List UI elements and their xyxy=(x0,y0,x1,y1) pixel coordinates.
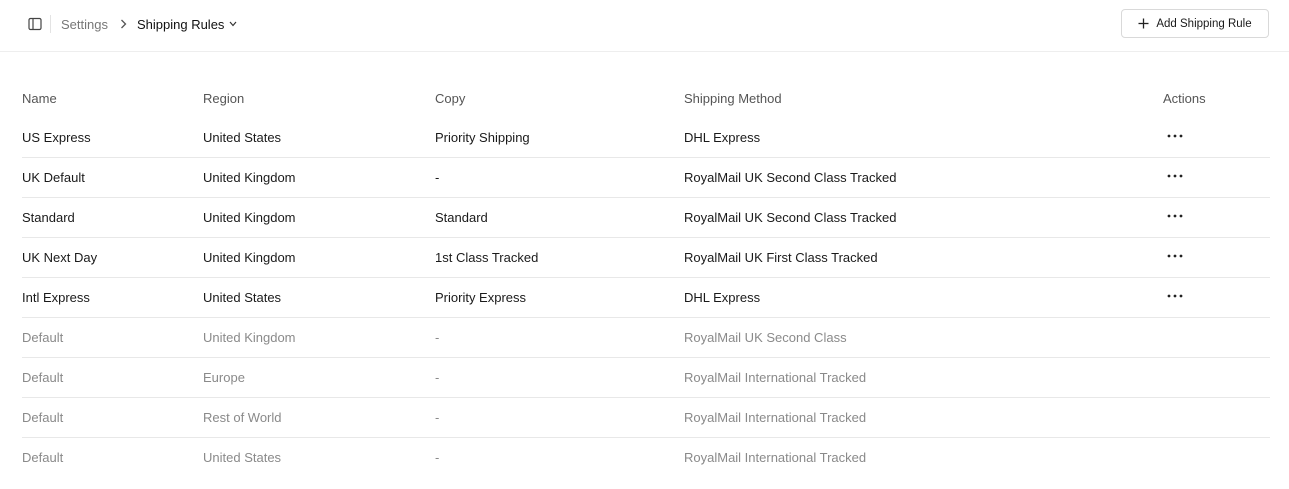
cell-actions xyxy=(1163,437,1270,477)
cell-region: Europe xyxy=(203,357,435,398)
column-header-name: Name xyxy=(22,90,57,106)
cell-copy: Priority Express xyxy=(435,277,684,318)
more-horizontal-icon[interactable] xyxy=(1165,169,1185,183)
cell-copy: 1st Class Tracked xyxy=(435,237,684,278)
cell-name: Intl Express xyxy=(22,277,203,318)
cell-region: Rest of World xyxy=(203,397,435,438)
cell-copy: Priority Shipping xyxy=(435,130,530,145)
table-row[interactable]: UK Next Day United Kingdom 1st Class Tra… xyxy=(22,237,1270,278)
cell-actions xyxy=(1163,118,1270,158)
cell-copy: - xyxy=(435,157,684,198)
sidebar-toggle-icon[interactable] xyxy=(28,17,42,31)
cell-copy: - xyxy=(435,317,684,358)
more-horizontal-icon[interactable] xyxy=(1165,289,1185,303)
cell-name: US Express xyxy=(22,130,91,145)
cell-actions xyxy=(1163,357,1270,398)
cell-copy: - xyxy=(435,357,684,398)
more-horizontal-icon[interactable] xyxy=(1165,209,1185,223)
cell-shipping-method: RoyalMail International Tracked xyxy=(684,357,1163,398)
table-row[interactable]: US Express United States Priority Shippi… xyxy=(22,118,1270,158)
cell-region: United States xyxy=(203,277,435,318)
cell-region: United States xyxy=(203,130,282,145)
cell-region: United Kingdom xyxy=(203,157,435,198)
cell-actions xyxy=(1163,397,1270,438)
plus-icon xyxy=(1138,18,1149,29)
chevron-right-icon xyxy=(120,19,127,29)
column-header-region: Region xyxy=(203,90,245,106)
cell-region: United Kingdom xyxy=(203,197,435,238)
page-title: Shipping Rules xyxy=(136,16,225,32)
cell-actions xyxy=(1163,157,1270,198)
more-horizontal-icon[interactable] xyxy=(1165,249,1185,263)
page-title-dropdown[interactable]: Shipping Rules xyxy=(137,17,237,32)
more-horizontal-icon[interactable] xyxy=(1165,129,1185,143)
breadcrumb: Settings Shipping Rules xyxy=(61,16,237,32)
cell-name: Default xyxy=(22,397,203,438)
table-row-default: Default United States - RoyalMail Intern… xyxy=(22,437,1270,477)
table-row[interactable]: Intl Express United States Priority Expr… xyxy=(22,277,1270,318)
top-bar: Settings Shipping Rules Add Shipping Rul… xyxy=(0,0,1289,52)
cell-shipping-method: RoyalMail International Tracked xyxy=(684,397,1163,438)
add-shipping-rule-button[interactable]: Add Shipping Rule xyxy=(1121,9,1269,38)
cell-copy: Standard xyxy=(435,197,684,238)
table-row-default: Default Europe - RoyalMail International… xyxy=(22,357,1270,398)
cell-name: Default xyxy=(22,357,203,398)
cell-name: Default xyxy=(22,437,203,477)
cell-actions xyxy=(1163,237,1270,278)
cell-region: United Kingdom xyxy=(203,237,435,278)
table-header-row: Name Region Copy Shipping Method Actions xyxy=(22,78,1270,118)
cell-copy: - xyxy=(435,397,684,438)
cell-name: Default xyxy=(22,317,203,358)
cell-region: United Kingdom xyxy=(203,317,435,358)
header-divider xyxy=(50,15,51,33)
table-row-default: Default United Kingdom - RoyalMail UK Se… xyxy=(22,317,1270,358)
cell-shipping-method: DHL Express xyxy=(684,130,761,145)
cell-actions xyxy=(1163,317,1270,358)
cell-shipping-method: RoyalMail UK Second Class Tracked xyxy=(684,197,1163,238)
cell-actions xyxy=(1163,277,1270,318)
cell-shipping-method: RoyalMail International Tracked xyxy=(684,437,1163,477)
table-row[interactable]: UK Default United Kingdom - RoyalMail UK… xyxy=(22,157,1270,198)
chevron-down-icon xyxy=(229,21,237,27)
table-row[interactable]: Standard United Kingdom Standard RoyalMa… xyxy=(22,197,1270,238)
column-header-shipping-method: Shipping Method xyxy=(684,90,782,106)
table-row-default: Default Rest of World - RoyalMail Intern… xyxy=(22,397,1270,438)
cell-name: Standard xyxy=(22,197,203,238)
column-header-actions: Actions xyxy=(1163,90,1206,106)
breadcrumb-settings-link[interactable]: Settings xyxy=(61,17,108,32)
cell-shipping-method: RoyalMail UK First Class Tracked xyxy=(684,237,1163,278)
cell-shipping-method: RoyalMail UK Second Class Tracked xyxy=(684,157,1163,198)
cell-actions xyxy=(1163,197,1270,238)
cell-shipping-method: RoyalMail UK Second Class xyxy=(684,317,1163,358)
cell-copy: - xyxy=(435,437,684,477)
cell-name: UK Default xyxy=(22,157,203,198)
shipping-rules-table: Name Region Copy Shipping Method Actions… xyxy=(22,78,1270,477)
add-shipping-rule-label: Add Shipping Rule xyxy=(1156,17,1252,30)
cell-name: UK Next Day xyxy=(22,237,203,278)
cell-shipping-method: DHL Express xyxy=(684,277,1163,318)
cell-region: United States xyxy=(203,437,435,477)
column-header-copy: Copy xyxy=(435,90,466,106)
